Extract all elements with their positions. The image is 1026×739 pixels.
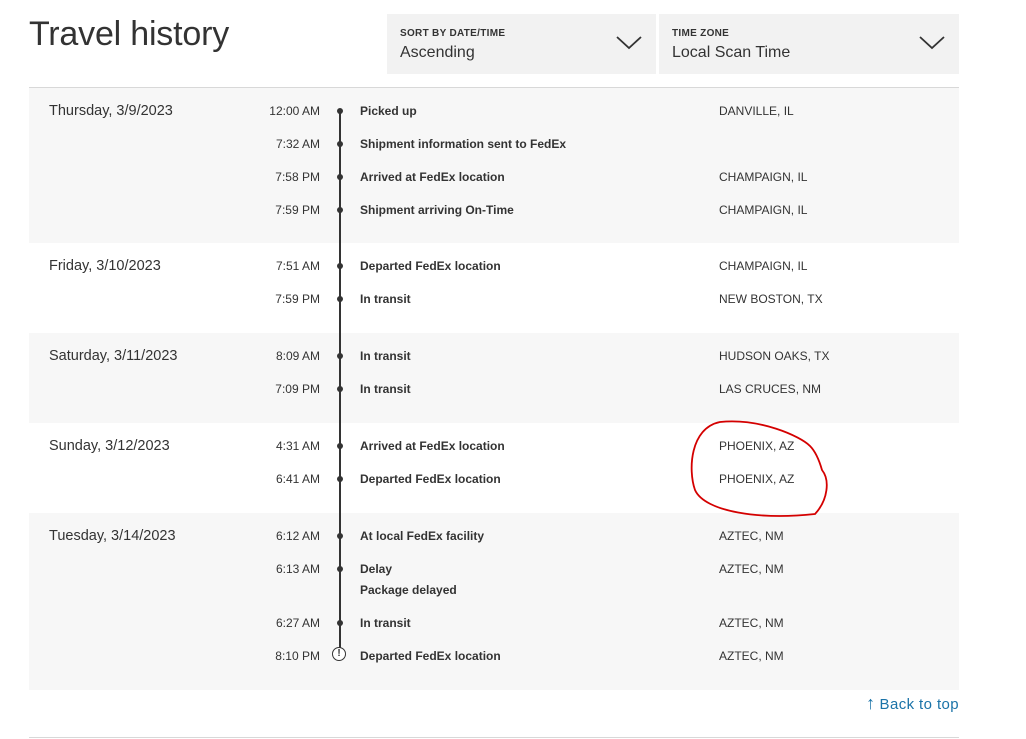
event-description: Picked up [360,104,417,118]
event-time: 8:10 PM [275,649,320,663]
event-location: CHAMPAIGN, IL [719,170,808,184]
event-description: In transit [360,382,411,396]
event-description: Shipment arriving On-Time [360,203,514,217]
alert-circle-icon: ! [332,647,346,661]
history-event: 6:12 AM At local FedEx facility AZTEC, NM [29,513,959,546]
timezone-dropdown-label: TIME ZONE [672,28,730,39]
history-event: 8:09 AM In transit HUDSON OAKS, TX [29,333,959,366]
event-location: PHOENIX, AZ [719,472,795,486]
event-time: 6:41 AM [275,472,320,486]
event-time: 7:58 PM [275,170,320,184]
event-location: AZTEC, NM [719,529,784,543]
day-group: Saturday, 3/11/2023 8:09 AM In transit HUDS… [29,333,959,423]
event-description: Departed FedEx location [360,472,501,486]
day-group: Sunday, 3/12/2023 4:31 AM Arrived at FedEx… [29,423,959,513]
timeline-line [339,110,341,657]
sort-dropdown-value: Ascending [400,44,475,61]
history-event: 7:32 AM Shipment information sent to FedE… [29,121,959,154]
event-description: Delay [360,562,393,576]
history-event: 7:51 AM Departed FedEx location CHAMPAIGN,… [29,243,959,276]
event-description: At local FedEx facility [360,529,485,543]
event-time: 6:13 AM [275,562,320,576]
timeline-dot [337,263,343,269]
event-location: CHAMPAIGN, IL [719,259,808,273]
timeline-dot [337,533,343,539]
timeline-dot [337,296,343,302]
timeline-dot [337,443,343,449]
event-description: Arrived at FedEx location [360,170,505,184]
event-description: In transit [360,349,411,363]
travel-history-page: Travel history SORT BY DATE/TIME Ascendi… [29,0,959,739]
event-time: 12:00 AM [269,104,320,118]
history-event: 7:09 PM In transit LAS CRUCES, NM [29,366,959,399]
event-description: Departed FedEx location [360,259,501,273]
page-title: Travel history [29,15,229,53]
event-time: 4:31 AM [275,439,320,453]
event-location: PHOENIX, AZ [719,439,795,453]
back-to-top-label: Back to top [879,696,959,713]
event-time: 7:32 AM [275,137,320,151]
timeline-dot [337,566,343,572]
back-to-top-link[interactable]: ↑ Back to top [866,693,959,714]
event-description: In transit [360,292,411,306]
history-event: 12:00 AM Picked up DANVILLE, IL [29,88,959,121]
history-event: 6:13 AM Delay Package delayed AZTEC, NM [29,546,959,600]
day-group: Friday, 3/10/2023 7:51 AM Departed FedEx l… [29,243,959,333]
sort-dropdown-label: SORT BY DATE/TIME [400,28,506,39]
event-description: Shipment information sent to FedEx [360,137,567,151]
event-description: Arrived at FedEx location [360,439,505,453]
event-time: 7:59 PM [275,203,320,217]
event-location: AZTEC, NM [719,562,784,576]
history-event: 7:58 PM Arrived at FedEx location CHAMPAIG… [29,154,959,187]
timeline-dot [337,141,343,147]
event-location: DANVILLE, IL [719,104,794,118]
event-location: HUDSON OAKS, TX [719,349,830,363]
history-event: 6:41 AM Departed FedEx location PHOENIX, A… [29,456,959,489]
history-event: 7:59 PM In transit NEW BOSTON, TX [29,276,959,309]
sort-dropdown[interactable]: SORT BY DATE/TIME Ascending [387,14,656,74]
timeline-dot [337,207,343,213]
travel-history-list: Thursday, 3/9/2023 12:00 AM Picked up DANVI… [29,88,959,690]
timezone-dropdown-value: Local Scan Time [672,44,791,61]
day-group: Tuesday, 3/14/2023 6:12 AM At local FedEx … [29,513,959,690]
timeline-dot [337,476,343,482]
event-location: AZTEC, NM [719,616,784,630]
event-description: Departed FedEx location [360,649,501,663]
event-description: In transit [360,616,411,630]
event-time: 8:09 AM [275,349,320,363]
event-location: CHAMPAIGN, IL [719,203,808,217]
event-time: 6:27 AM [275,616,320,630]
history-event: 4:31 AM Arrived at FedEx location PHOENIX,… [29,423,959,456]
day-group: Thursday, 3/9/2023 12:00 AM Picked up DANVI… [29,88,959,243]
arrow-up-icon: ↑ [866,693,876,713]
history-event: 7:59 PM Shipment arriving On-Time CHAMPAIG… [29,187,959,220]
event-location: NEW BOSTON, TX [719,292,823,306]
history-event: 8:10 PM! Departed FedEx location AZTEC, NM [29,633,959,666]
event-time: 7:51 AM [275,259,320,273]
timeline-dot [337,620,343,626]
event-subdescription: Package delayed [360,583,457,597]
chevron-down-icon [616,36,642,50]
timeline-dot [337,353,343,359]
event-time: 7:09 PM [275,382,320,396]
timeline-dot [337,174,343,180]
history-event: 6:27 AM In transit AZTEC, NM [29,600,959,633]
timeline-dot [337,108,343,114]
event-location: LAS CRUCES, NM [719,382,822,396]
timezone-dropdown[interactable]: TIME ZONE Local Scan Time [659,14,959,74]
timeline-dot [337,386,343,392]
event-time: 7:59 PM [275,292,320,306]
event-time: 6:12 AM [275,529,320,543]
chevron-down-icon [919,36,945,50]
event-location: AZTEC, NM [719,649,784,663]
divider [29,737,959,738]
